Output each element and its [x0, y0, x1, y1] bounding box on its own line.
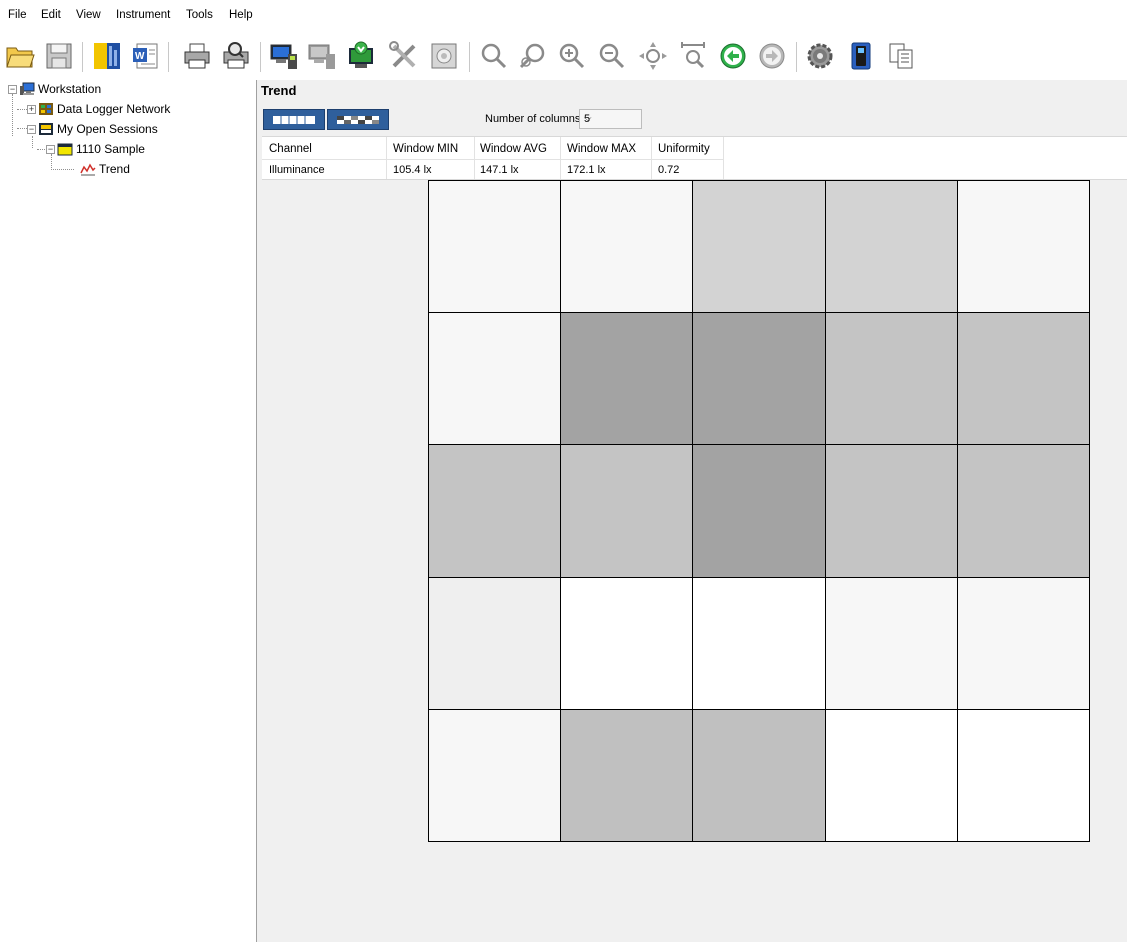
column-header-uniformity: Uniformity [658, 143, 710, 155]
grid-cell [957, 445, 1089, 577]
copy-icon[interactable] [885, 40, 917, 72]
session-tree: − Workstation + Data Logger Network − My… [0, 80, 256, 942]
grid-cell [693, 577, 825, 709]
grid-cell [825, 709, 957, 841]
save-icon[interactable] [43, 40, 75, 72]
collapse-icon[interactable]: − [27, 124, 36, 134]
word-report-icon[interactable]: W [129, 40, 161, 72]
grid-cell [957, 313, 1089, 445]
disconnect-instrument-icon[interactable] [306, 40, 338, 72]
column-header-channel: Channel [269, 143, 312, 155]
grid-cell [825, 445, 957, 577]
grid-cell [693, 181, 825, 313]
grid-view-icon [337, 116, 379, 124]
grid-cell [693, 313, 825, 445]
download-icon[interactable] [345, 40, 377, 72]
grid-cell [429, 577, 561, 709]
print-preview-icon[interactable] [220, 40, 252, 72]
cell-window-min: 105.4 lx [393, 164, 432, 176]
column-header-window-avg: Window AVG [480, 143, 547, 155]
grid-cell [957, 181, 1089, 313]
tree-node-data-logger-network[interactable]: + Data Logger Network [27, 100, 170, 118]
collapse-icon[interactable]: − [8, 84, 17, 94]
workstation-icon [19, 82, 35, 96]
open-icon[interactable] [4, 40, 36, 72]
zoom-reset-icon[interactable] [596, 40, 628, 72]
grid-cell [825, 181, 957, 313]
tree-node-trend[interactable]: Trend [80, 160, 130, 178]
tree-node-workstation[interactable]: − Workstation [8, 80, 101, 98]
pan-icon[interactable] [637, 40, 669, 72]
column-header-window-min: Window MIN [393, 143, 459, 155]
grid-cell [957, 577, 1089, 709]
menu-view[interactable]: View [76, 9, 101, 21]
columns-select[interactable]: 5 ⌵ [579, 109, 642, 129]
zoom-in-icon[interactable] [556, 40, 588, 72]
cell-window-avg: 147.1 lx [480, 164, 519, 176]
menu-bar: File Edit View Instrument Tools Help [0, 0, 1127, 30]
instrument-icon[interactable] [845, 40, 877, 72]
grid-cell [693, 709, 825, 841]
grid-cell [561, 709, 693, 841]
columns-label: Number of columns [485, 113, 581, 125]
zoom-out-icon[interactable] [516, 40, 548, 72]
grid-cell [561, 313, 693, 445]
statistics-table: Channel Window MIN Window AVG Window MAX… [262, 136, 1127, 180]
back-icon[interactable] [717, 40, 749, 72]
grid-cell [429, 181, 561, 313]
zoom-fit-icon[interactable] [677, 40, 709, 72]
network-icon [38, 102, 54, 116]
grid-cell [561, 445, 693, 577]
grid-view-button[interactable] [327, 109, 389, 130]
tree-node-1110-sample[interactable]: − 1110 Sample [46, 140, 145, 158]
forward-icon[interactable] [756, 40, 788, 72]
tree-label-trend: Trend [99, 162, 130, 176]
expand-icon[interactable]: + [27, 104, 36, 114]
tree-label-1110-sample: 1110 Sample [76, 142, 145, 156]
grid-cell [429, 709, 561, 841]
folder-icon [57, 142, 73, 156]
grid-cell [429, 445, 561, 577]
toolbar: W [0, 38, 1127, 78]
grid-cell [561, 577, 693, 709]
trend-panel: Trend Number of columns 5 ⌵ Channel Wind… [257, 80, 1127, 942]
grid-cell [957, 709, 1089, 841]
tree-label-my-open-sessions: My Open Sessions [57, 122, 158, 136]
menu-instrument[interactable]: Instrument [116, 9, 170, 21]
grid-cell [825, 313, 957, 445]
chevron-down-icon: ⌵ [584, 113, 592, 124]
menu-edit[interactable]: Edit [41, 9, 61, 21]
column-header-window-max: Window MAX [567, 143, 637, 155]
menu-help[interactable]: Help [229, 9, 253, 21]
grid-cell [561, 181, 693, 313]
table-view-icon [273, 116, 315, 124]
gear-icon[interactable] [804, 40, 836, 72]
illuminance-grid [428, 180, 1090, 842]
screenshot-icon[interactable] [428, 40, 460, 72]
sessions-icon [38, 122, 54, 136]
trend-chart-icon [80, 162, 96, 176]
grid-cell [825, 577, 957, 709]
print-icon[interactable] [181, 40, 213, 72]
grid-cell [429, 313, 561, 445]
collapse-icon[interactable]: − [46, 144, 55, 154]
tree-node-my-open-sessions[interactable]: − My Open Sessions [27, 120, 158, 138]
grid-cell [693, 445, 825, 577]
panel-title: Trend [261, 83, 297, 98]
connect-instrument-icon[interactable] [268, 40, 300, 72]
tree-label-workstation: Workstation [38, 82, 102, 96]
cell-uniformity: 0.72 [658, 164, 680, 176]
cell-window-max: 172.1 lx [567, 164, 606, 176]
menu-file[interactable]: File [8, 9, 27, 21]
tree-label-data-logger-network: Data Logger Network [57, 102, 171, 116]
svg-text:W: W [135, 51, 145, 62]
dataview-icon[interactable] [91, 40, 123, 72]
settings-tools-icon[interactable] [388, 40, 420, 72]
cell-channel: Illuminance [269, 164, 325, 176]
menu-tools[interactable]: Tools [186, 9, 213, 21]
zoom-icon[interactable] [478, 40, 510, 72]
table-view-button[interactable] [263, 109, 325, 130]
